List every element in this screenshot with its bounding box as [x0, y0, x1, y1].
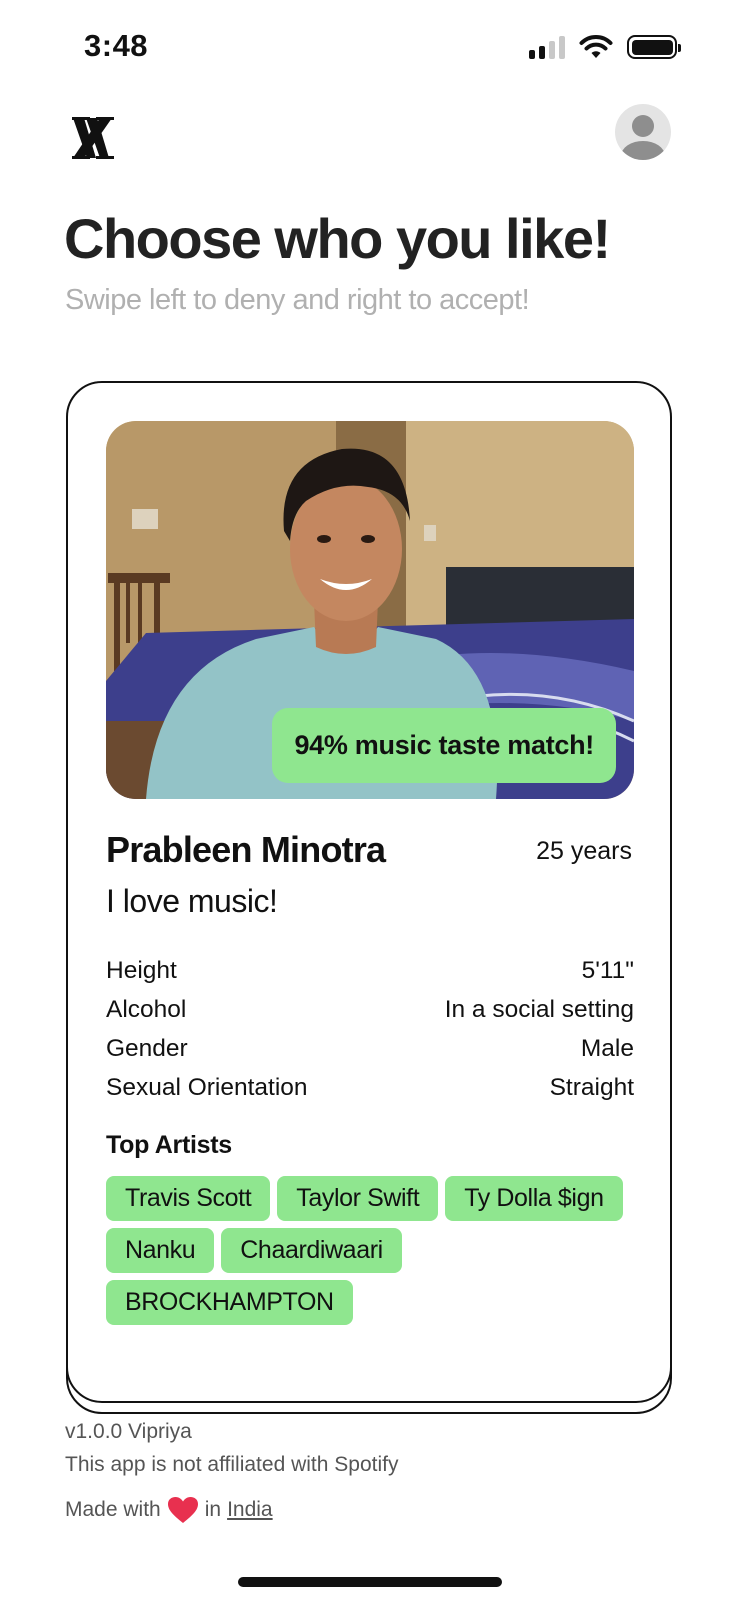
detail-label: Height [106, 956, 177, 984]
page-subtitle: Swipe left to deny and right to accept! [65, 284, 530, 316]
artist-chip: BROCKHAMPTON [106, 1280, 353, 1325]
artist-chip: Nanku [106, 1228, 215, 1273]
made-with-line: Made with in India [65, 1496, 273, 1524]
match-badge: 94% music taste match! [272, 708, 616, 783]
top-artists-heading: Top Artists [106, 1131, 232, 1159]
detail-label: Gender [106, 1034, 188, 1062]
detail-value: 5'11" [581, 956, 634, 984]
detail-row-height: Height 5'11" [106, 951, 634, 990]
vipriya-logo[interactable] [72, 116, 114, 160]
cellular-signal-icon [529, 35, 565, 59]
top-artists-list: Travis Scott Taylor Swift Ty Dolla $ign … [106, 1176, 634, 1325]
detail-row-alcohol: Alcohol In a social setting [106, 990, 634, 1029]
artist-chip: Chaardiwaari [221, 1228, 402, 1273]
made-with-text: Made with [65, 1498, 161, 1521]
detail-value: Male [580, 1034, 634, 1062]
profile-card[interactable]: 94% music taste match! Prableen Minotra … [66, 381, 672, 1403]
detail-value: In a social setting [444, 995, 634, 1023]
artist-chip: Taylor Swift [277, 1176, 439, 1221]
profile-age: 25 years [536, 837, 632, 865]
artist-chip: Travis Scott [106, 1176, 271, 1221]
detail-row-gender: Gender Male [106, 1029, 634, 1068]
status-icons [529, 34, 681, 60]
artist-chip: Ty Dolla $ign [445, 1176, 623, 1221]
detail-label: Sexual Orientation [106, 1073, 308, 1101]
profile-photo: 94% music taste match! [106, 421, 634, 799]
heart-icon [167, 1497, 198, 1523]
profile-details: Height 5'11" Alcohol In a social setting… [106, 951, 634, 1107]
status-time: 3:48 [84, 28, 149, 63]
wifi-icon [579, 35, 613, 58]
detail-row-sexual-orientation: Sexual Orientation Straight [106, 1068, 634, 1107]
detail-label: Alcohol [106, 995, 187, 1023]
detail-value: Straight [549, 1073, 634, 1101]
home-indicator[interactable] [238, 1577, 502, 1587]
spotify-disclaimer: This app is not affiliated with Spotify [65, 1453, 399, 1476]
app-version: v1.0.0 Vipriya [65, 1420, 192, 1443]
battery-icon [627, 35, 681, 59]
profile-name: Prableen Minotra [106, 829, 386, 870]
page-title: Choose who you like! [64, 207, 611, 270]
country-link[interactable]: India [227, 1498, 273, 1522]
profile-bio: I love music! [106, 883, 278, 919]
in-text: in [204, 1498, 222, 1521]
profile-avatar-icon[interactable] [615, 104, 671, 160]
